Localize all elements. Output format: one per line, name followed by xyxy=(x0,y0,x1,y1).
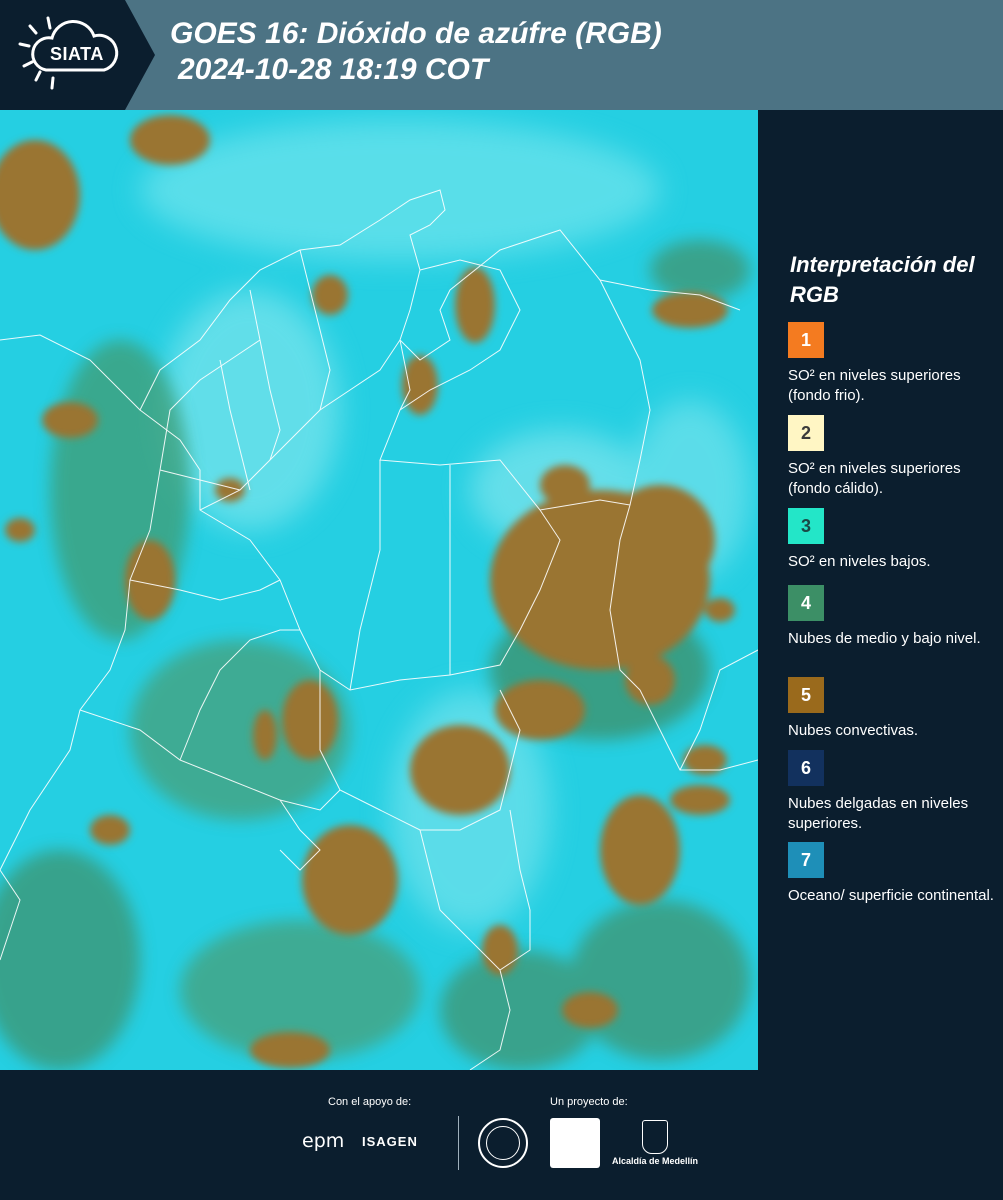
isagen-logo: ISAGEN xyxy=(362,1134,418,1149)
footer: Con el apoyo de: Un proyecto de: epm ISA… xyxy=(0,1070,1003,1200)
legend-swatch: 3 xyxy=(788,508,824,544)
legend-label: Nubes delgadas en niveles superiores. xyxy=(788,795,969,832)
legend-item-5: 5 Nubes convectivas. xyxy=(788,677,998,741)
legend-swatch: 7 xyxy=(788,842,824,878)
legend-item-6: 6 Nubes delgadas en niveles superiores. xyxy=(788,750,998,834)
legend-swatch: 4 xyxy=(788,585,824,621)
epm-logo: epm xyxy=(302,1130,345,1152)
legend-title: Interpretación del RGB xyxy=(790,252,975,307)
legend-label: Nubes convectivas. xyxy=(788,722,919,739)
alcaldia-crest-icon xyxy=(642,1120,668,1154)
legend-swatch: 6 xyxy=(788,750,824,786)
legend-swatch: 1 xyxy=(788,322,824,358)
legend-panel: Interpretación del RGB 1 SO² en niveles … xyxy=(758,110,1003,1070)
alcaldia-logo-text: Alcaldía de Medellín xyxy=(612,1156,699,1166)
satellite-map xyxy=(0,110,758,1070)
legend-label: Oceano/ superficie continental. xyxy=(788,887,994,904)
area-metropolitana-logo xyxy=(550,1118,600,1168)
legend-label: SO² en niveles superiores (fondo frio). xyxy=(788,367,961,404)
title-line-1: GOES 16: Dióxido de azúfre (RGB) xyxy=(170,17,662,50)
legend-item-7: 7 Oceano/ superficie continental. xyxy=(788,842,998,906)
legend-label: SO² en niveles bajos. xyxy=(788,553,931,570)
legend-item-4: 4 Nubes de medio y bajo nivel. xyxy=(788,585,998,649)
siata-logo: SIATA xyxy=(0,0,155,110)
page-title: GOES 16: Dióxido de azúfre (RGB) 2024-10… xyxy=(170,16,662,88)
project-label: Un proyecto de: xyxy=(550,1096,628,1108)
legend-label: Nubes de medio y bajo nivel. xyxy=(788,630,981,647)
satellite-map-image xyxy=(0,110,758,1070)
legend-item-3: 3 SO² en niveles bajos. xyxy=(788,508,998,572)
footer-divider xyxy=(458,1116,459,1170)
header: SIATA GOES 16: Dióxido de azúfre (RGB) 2… xyxy=(0,0,1003,110)
support-label: Con el apoyo de: xyxy=(328,1096,412,1108)
legend-item-2: 2 SO² en niveles superiores (fondo cálid… xyxy=(788,415,998,499)
legend-item-1: 1 SO² en niveles superiores (fondo frio)… xyxy=(788,322,998,406)
legend-swatch: 2 xyxy=(788,415,824,451)
legend-swatch: 5 xyxy=(788,677,824,713)
legend-label: SO² en niveles superiores (fondo cálido)… xyxy=(788,460,961,497)
logo-text: SIATA xyxy=(50,44,104,64)
medellin-university-seal-icon xyxy=(478,1118,528,1168)
title-line-2: 2024-10-28 18:19 COT xyxy=(178,53,489,86)
